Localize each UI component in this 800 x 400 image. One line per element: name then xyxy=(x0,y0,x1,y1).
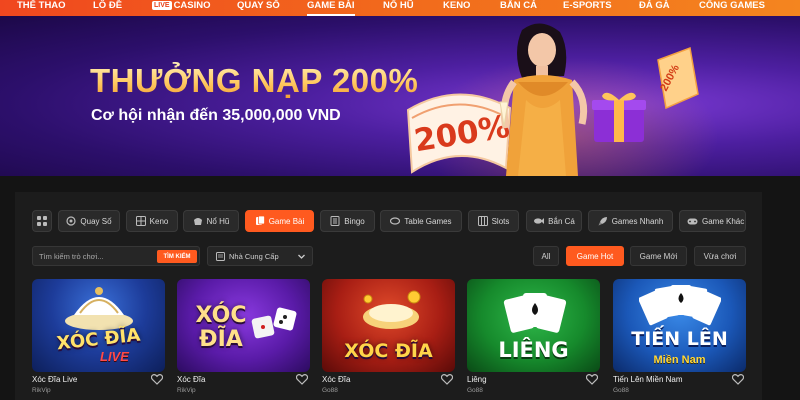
category-tab-quay-so[interactable]: Quay Số xyxy=(58,210,120,232)
category-label: Bắn Cá xyxy=(548,216,575,226)
game-art-title: TIẾN LÊN xyxy=(631,328,728,350)
top-navigation-bar: THỂ THAO LÔ ĐỀ LIVE CASINO QUAY SỐ GAME B… xyxy=(0,0,800,16)
game-art-title: XÓC ĐĨA xyxy=(195,303,247,352)
banner-subtitle: Cơ hội nhận đến 35,000,000 VND xyxy=(91,107,341,124)
provider-select-label: Nhà Cung Cấp xyxy=(229,251,279,261)
nav-item-keno[interactable]: KENO xyxy=(443,0,470,16)
live-badge: LIVE xyxy=(152,1,172,10)
nav-item-live-casino-label: CASINO xyxy=(173,0,211,11)
favorite-heart-icon[interactable] xyxy=(586,374,598,385)
promo-banner[interactable]: 200% 200% THƯỞNG NẠP 200% Cơ hội nhận đế… xyxy=(0,16,800,176)
search-button[interactable]: TÌM KIẾM xyxy=(157,250,197,263)
game-name: Liêng xyxy=(467,375,487,384)
nav-item-the-thao[interactable]: THỂ THAO xyxy=(17,0,66,16)
filter-game-hot[interactable]: Game Hot xyxy=(566,246,624,266)
hostess-illustration xyxy=(499,23,588,176)
jackpot-icon xyxy=(193,218,202,225)
category-tab-games-nhanh[interactable]: Games Nhanh xyxy=(588,210,673,232)
playing-cards-fan-graphic xyxy=(639,285,721,326)
fish-icon xyxy=(534,218,545,224)
game-art-title: LIÊNG xyxy=(498,338,569,362)
category-label: Quay Số xyxy=(80,216,112,226)
bingo-icon xyxy=(330,216,340,226)
category-label: Bingo xyxy=(344,216,365,226)
nav-item-cong-games[interactable]: CỔNG GAMES xyxy=(699,0,765,16)
category-tab-game-khac[interactable]: Game Khác xyxy=(679,210,746,232)
provider-select[interactable]: Nhà Cung Cấp xyxy=(207,246,313,266)
game-name: Tiến Lên Miền Nam xyxy=(613,375,683,384)
chevron-down-icon xyxy=(298,254,305,259)
category-label: Game Bài xyxy=(268,216,305,226)
category-tab-game-bai[interactable]: Game Bài xyxy=(245,210,314,232)
game-name: Xóc Đĩa xyxy=(322,375,351,384)
game-thumbnail[interactable]: TIẾN LÊN Miền Nam xyxy=(613,279,746,372)
nav-item-no-hu[interactable]: NỔ HŨ xyxy=(383,0,414,16)
keno-icon xyxy=(135,216,146,226)
game-thumbnail[interactable]: XÓC ĐĨA xyxy=(177,279,310,372)
filter-all[interactable]: All xyxy=(533,246,559,266)
nav-item-da-ga[interactable]: ĐÁ GÀ xyxy=(639,0,670,16)
game-provider: RikVip xyxy=(177,387,196,394)
game-thumbnail[interactable]: XÓC ĐĨA LIVE xyxy=(32,279,165,372)
game-art-subtitle: Miền Nam xyxy=(653,354,706,366)
game-provider: Go88 xyxy=(467,387,483,394)
game-art-title: XÓC ĐĨA xyxy=(344,340,433,362)
game-card-xoc-dia-live[interactable]: XÓC ĐĨA LIVE Xóc Đĩa Live RikVip xyxy=(32,279,165,400)
nav-item-ban-ca[interactable]: BẮN CÁ xyxy=(500,0,537,16)
category-tab-slots[interactable]: Slots xyxy=(468,210,519,232)
category-label: Keno xyxy=(149,216,169,226)
game-provider: RikVip xyxy=(32,387,51,394)
plate-coins-graphic xyxy=(363,290,421,329)
grid-icon xyxy=(37,216,47,226)
favorite-heart-icon[interactable] xyxy=(732,374,744,385)
category-tab-all[interactable] xyxy=(32,210,52,232)
provider-icon xyxy=(216,251,225,261)
cards-icon xyxy=(255,216,265,225)
category-tab-table-games[interactable]: Table Games xyxy=(380,210,462,232)
game-card-tien-len-mien-nam[interactable]: TIẾN LÊN Miền Nam Tiến Lên Miền Nam Go88 xyxy=(613,279,746,400)
favorite-heart-icon[interactable] xyxy=(441,374,453,385)
category-label: Game Khác xyxy=(702,216,745,226)
gift-box-graphic xyxy=(592,92,646,142)
game-provider: Go88 xyxy=(322,387,338,394)
bowl-plate-graphic xyxy=(65,287,133,330)
category-label: Games Nhanh xyxy=(611,216,664,226)
game-art-subtitle: LIVE xyxy=(100,349,129,364)
lottery-icon xyxy=(66,216,77,226)
nav-item-game-bai[interactable]: GAME BÀI xyxy=(307,0,355,16)
category-label: Nổ Hũ xyxy=(206,216,230,226)
favorite-heart-icon[interactable] xyxy=(151,374,163,385)
game-thumbnail[interactable]: XÓC ĐĨA xyxy=(322,279,455,372)
game-card-xoc-dia-go88[interactable]: XÓC ĐĨA Xóc Đĩa Go88 xyxy=(322,279,455,400)
category-tab-keno[interactable]: Keno xyxy=(126,210,178,232)
category-tab-bingo[interactable]: Bingo xyxy=(320,210,375,232)
game-thumbnail[interactable]: LIÊNG xyxy=(467,279,600,372)
search-input[interactable] xyxy=(39,250,157,263)
rocket-icon xyxy=(598,217,607,226)
filter-game-moi[interactable]: Game Mới xyxy=(630,246,687,266)
game-provider: Go88 xyxy=(613,387,629,394)
gamepad-icon xyxy=(687,218,698,224)
slots-icon xyxy=(477,216,488,226)
category-label: Table Games xyxy=(404,216,452,226)
filter-vua-choi[interactable]: Vừa chơi xyxy=(694,246,746,266)
nav-item-lo-de[interactable]: LÔ ĐỀ xyxy=(93,0,122,16)
category-tab-ban-ca[interactable]: Bắn Cá xyxy=(526,210,582,232)
search-box: TÌM KIẾM xyxy=(32,246,200,266)
banner-title: THƯỞNG NẠP 200% xyxy=(90,62,419,99)
category-tab-no-hu[interactable]: Nổ Hũ xyxy=(183,210,239,232)
game-name: Xóc Đĩa xyxy=(177,375,206,384)
nav-item-quay-so[interactable]: QUAY SỐ xyxy=(237,0,280,16)
nav-item-esports[interactable]: E-SPORTS xyxy=(563,0,612,16)
game-name: Xóc Đĩa Live xyxy=(32,375,78,384)
table-games-icon xyxy=(390,217,401,225)
category-label: Slots xyxy=(491,216,510,226)
game-card-lieng[interactable]: LIÊNG Liêng Go88 xyxy=(467,279,600,400)
playing-cards-graphic xyxy=(503,293,567,333)
nav-item-live-casino[interactable]: LIVE CASINO xyxy=(152,0,211,16)
game-card-xoc-dia-rikvip[interactable]: XÓC ĐĨA Xóc Đĩa RikVip xyxy=(177,279,310,400)
favorite-heart-icon[interactable] xyxy=(296,374,308,385)
